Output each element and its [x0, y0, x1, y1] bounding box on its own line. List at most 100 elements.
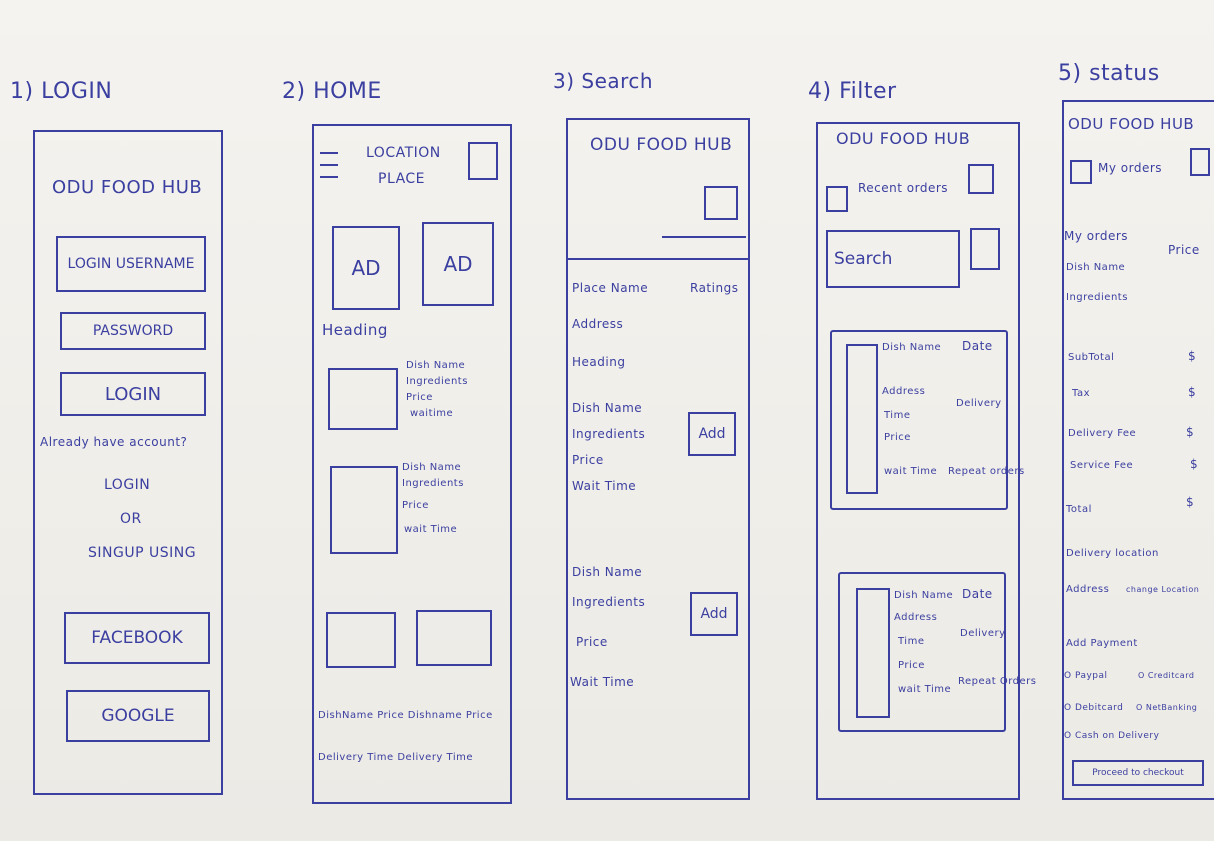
search-box-icon[interactable]: [704, 186, 738, 220]
or-text: OR: [120, 511, 142, 527]
recent-orders-checkbox[interactable]: [826, 186, 848, 212]
change-location-link[interactable]: change Location: [1126, 585, 1199, 595]
tax-label: Tax: [1072, 388, 1090, 399]
payment-debit[interactable]: O Debitcard: [1064, 703, 1123, 714]
service-fee-value: $: [1190, 457, 1199, 471]
profile-icon[interactable]: [468, 142, 498, 180]
payment-netbanking[interactable]: O NetBanking: [1136, 703, 1197, 713]
my-orders-check-label: My orders: [1098, 161, 1163, 175]
search-price-1: Price: [572, 453, 604, 467]
card2-waittime: wait Time: [898, 684, 952, 695]
price-2: Price: [402, 500, 429, 511]
add-payment-label: Add Payment: [1066, 638, 1138, 649]
dish-image-3[interactable]: [326, 612, 396, 668]
waittime-1: waitime: [410, 408, 454, 419]
facebook-button[interactable]: FACEBOOK: [64, 612, 210, 664]
service-fee-label: Service Fee: [1070, 460, 1134, 471]
ad-banner-1[interactable]: AD: [332, 226, 400, 310]
card2-address: Address: [894, 612, 938, 623]
place-label: PLACE: [378, 171, 426, 187]
login-app-title: ODU FOOD HUB: [52, 177, 203, 198]
dish-name-2[interactable]: Dish Name: [402, 462, 461, 473]
dish-name-1[interactable]: Dish Name: [406, 360, 465, 371]
filter-icon[interactable]: [968, 164, 994, 194]
price-heading: Price: [1168, 243, 1200, 257]
tax-value: $: [1188, 385, 1197, 399]
google-button[interactable]: GOOGLE: [66, 690, 210, 742]
payment-credit[interactable]: O Creditcard: [1138, 671, 1194, 681]
total-label: Total: [1066, 504, 1092, 515]
card2-delivery: Delivery: [960, 628, 1006, 639]
login-link[interactable]: LOGIN: [104, 477, 150, 493]
menu-icon[interactable]: [320, 148, 340, 188]
delivery-location-label: Delivery location: [1066, 548, 1159, 559]
filter-screen-label: 4) Filter: [808, 79, 897, 104]
status-menu-icon[interactable]: [1190, 148, 1210, 176]
proceed-button[interactable]: Proceed to checkout: [1072, 760, 1204, 786]
add-button-1[interactable]: Add: [688, 412, 736, 456]
home-footer-row2: Delivery Time Delivery Time: [318, 752, 473, 763]
delivery-fee-value: $: [1186, 425, 1195, 439]
search-heading: Heading: [572, 355, 626, 369]
home-heading: Heading: [322, 321, 388, 339]
search-underline: [662, 236, 746, 238]
card1-dish-name: Dish Name: [882, 342, 942, 353]
payment-paypal[interactable]: O Paypal: [1064, 671, 1108, 682]
card1-price: Price: [884, 432, 911, 443]
price-1: Price: [406, 392, 433, 403]
filter-search-input[interactable]: Search: [826, 230, 960, 288]
card1-waittime: wait Time: [884, 466, 938, 477]
status-ingredients: Ingredients: [1066, 292, 1128, 303]
filter-search-button[interactable]: [970, 228, 1000, 270]
search-waittime-1: Wait Time: [572, 479, 637, 493]
login-button[interactable]: LOGIN: [60, 372, 206, 416]
search-dish-name-1: Dish Name: [572, 401, 643, 415]
my-orders-heading: My orders: [1064, 229, 1129, 243]
search-app-title: ODU FOOD HUB: [590, 135, 733, 155]
dish-image-1: [328, 368, 398, 430]
card2-date: Date: [962, 587, 993, 601]
add-button-2[interactable]: Add: [690, 592, 738, 636]
card2-dish-name: Dish Name: [894, 590, 954, 601]
card2-price: Price: [898, 660, 925, 671]
dish-image-2: [330, 466, 398, 554]
card2-repeat-orders[interactable]: Repeat Orders: [958, 676, 1037, 687]
card2-time: Time: [898, 636, 925, 647]
payment-cash[interactable]: O Cash on Delivery: [1064, 731, 1159, 742]
status-phone-frame: [1062, 100, 1214, 800]
order-card-2-image: [856, 588, 890, 718]
login-screen-label: 1) LOGIN: [10, 79, 113, 104]
username-field[interactable]: LOGIN USERNAME: [56, 236, 206, 292]
order-card-1-image: [846, 344, 878, 494]
signup-using-text: SINGUP USING: [88, 545, 197, 561]
search-price-2: Price: [576, 635, 608, 649]
search-ingredients-1: Ingredients: [572, 427, 646, 441]
card1-date: Date: [962, 339, 993, 353]
my-orders-checkbox[interactable]: [1070, 160, 1092, 184]
search-waittime-2: Wait Time: [570, 675, 635, 689]
place-name: Place Name: [572, 281, 649, 295]
home-footer-row1: DishName Price Dishname Price: [318, 710, 493, 721]
ratings-label: Ratings: [690, 281, 739, 295]
password-field[interactable]: PASSWORD: [60, 312, 206, 350]
home-screen-label: 2) HOME: [282, 79, 382, 104]
search-dish-name-2: Dish Name: [572, 565, 643, 579]
status-address: Address: [1066, 584, 1110, 595]
ad-banner-2[interactable]: AD: [422, 222, 494, 306]
address-label: Address: [572, 317, 624, 331]
search-screen-label: 3) Search: [553, 69, 654, 93]
card1-address: Address: [882, 386, 926, 397]
filter-app-title: ODU FOOD HUB: [836, 129, 971, 148]
location-label: LOCATION: [366, 145, 441, 161]
search-ingredients-2: Ingredients: [572, 595, 646, 609]
card1-time: Time: [884, 410, 911, 421]
total-value: $: [1186, 495, 1195, 509]
card1-repeat-orders[interactable]: Repeat orders: [948, 466, 1025, 477]
status-dish-name: Dish Name: [1066, 262, 1126, 273]
delivery-fee-label: Delivery Fee: [1068, 428, 1137, 439]
dish-image-4[interactable]: [416, 610, 492, 666]
status-app-title: ODU FOOD HUB: [1068, 115, 1195, 133]
recent-orders-label: Recent orders: [858, 181, 949, 195]
card1-delivery: Delivery: [956, 398, 1002, 409]
search-divider: [568, 258, 748, 260]
